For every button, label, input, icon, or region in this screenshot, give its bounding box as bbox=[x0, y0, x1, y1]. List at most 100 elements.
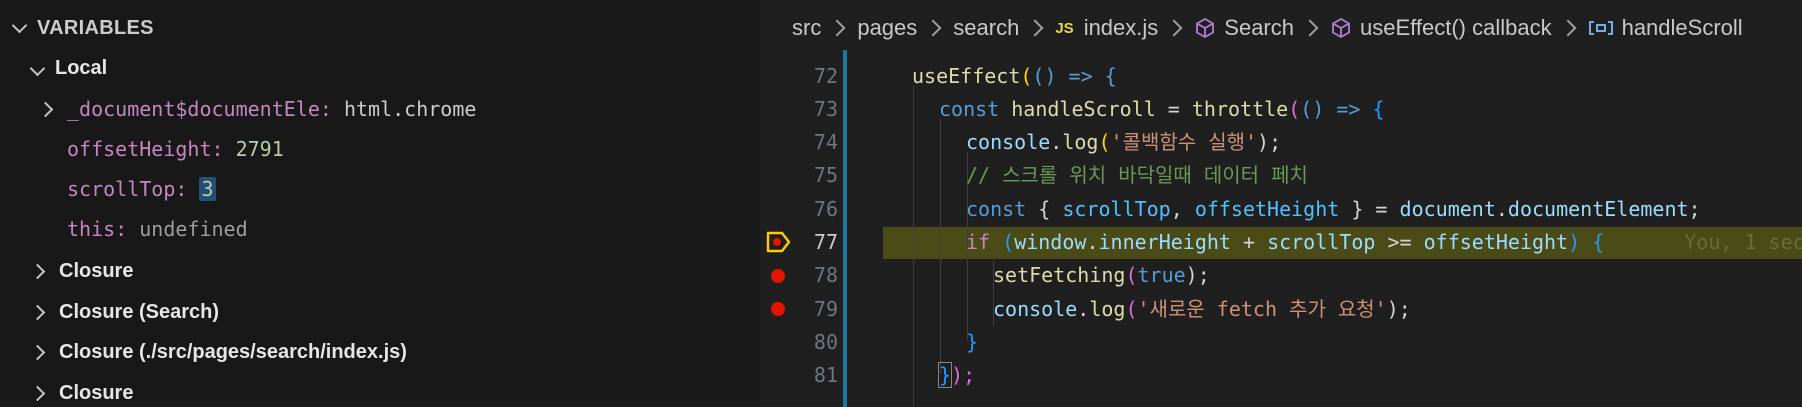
scope-closure-search[interactable]: Closure (Search) bbox=[29, 292, 220, 332]
code-line-73[interactable]: const handleScroll = throttle(() => { bbox=[939, 93, 1385, 126]
variable-value: undefined bbox=[139, 217, 248, 241]
scope-label: Closure bbox=[59, 259, 134, 282]
token: . bbox=[1050, 130, 1063, 154]
breakpoint-icon[interactable] bbox=[771, 302, 785, 316]
breadcrumb-item-src[interactable]: src bbox=[792, 15, 821, 41]
token: useEffect bbox=[912, 64, 1021, 88]
token: { bbox=[1580, 230, 1605, 254]
token: ) bbox=[1568, 230, 1581, 254]
code-line-74[interactable]: console.log('콜백함수 실행'); bbox=[966, 126, 1281, 159]
code-line-75[interactable]: // 스크롤 위치 바닥일때 데이터 페치 bbox=[966, 159, 1308, 192]
token: { bbox=[1092, 64, 1117, 88]
breadcrumb-item-search[interactable]: search bbox=[953, 15, 1019, 41]
code-line-78[interactable]: setFetching(true); bbox=[993, 259, 1210, 292]
js-file-icon: JS bbox=[1055, 19, 1074, 37]
variable-row[interactable]: scrollTop: 3 bbox=[67, 169, 216, 209]
variable-colon: : bbox=[175, 177, 188, 201]
variable-value[interactable]: 3 bbox=[199, 177, 216, 201]
git-blame-annotation: You, 1 second ago bbox=[1684, 230, 1802, 254]
breadcrumb-item-variable[interactable]: handleScroll bbox=[1622, 15, 1743, 41]
token: ( bbox=[1288, 97, 1301, 121]
token: const bbox=[966, 197, 1027, 221]
line-number: 81 bbox=[813, 363, 838, 387]
variable-icon bbox=[1588, 17, 1614, 39]
token: documentElement bbox=[1507, 197, 1689, 221]
scope-local[interactable]: Local bbox=[28, 48, 107, 88]
line-number: 80 bbox=[813, 330, 838, 354]
chevron-right-icon bbox=[828, 19, 846, 37]
variable-value: 2791 bbox=[235, 137, 284, 161]
token: '새로운 fetch 추가 요청' bbox=[1137, 297, 1387, 321]
scope-label: Closure (Search) bbox=[59, 300, 220, 323]
variable-row[interactable]: this: undefined bbox=[67, 209, 248, 249]
indent-guide bbox=[913, 86, 914, 407]
token: ); bbox=[1257, 130, 1282, 154]
token: ( bbox=[1098, 130, 1111, 154]
token: ); bbox=[1386, 297, 1411, 321]
line-number: 73 bbox=[813, 97, 838, 121]
token: console bbox=[993, 297, 1078, 321]
token: . bbox=[1495, 197, 1508, 221]
token: ); bbox=[951, 363, 976, 387]
code-line-72[interactable]: useEffect(() => { bbox=[912, 60, 1117, 93]
line-number: 72 bbox=[813, 64, 838, 88]
scope-closure[interactable]: Closure bbox=[29, 251, 134, 291]
code-line-81[interactable]: }); bbox=[937, 359, 976, 392]
code-line-80[interactable]: } bbox=[966, 326, 978, 359]
token: ( bbox=[1125, 297, 1138, 321]
token: const bbox=[939, 97, 1000, 121]
token: handleScroll bbox=[999, 97, 1156, 121]
token: offsetHeight bbox=[1423, 230, 1569, 254]
variables-panel: VARIABLES Local _document$documentEle: h… bbox=[0, 0, 760, 407]
chevron-down-icon bbox=[11, 17, 28, 33]
token: console bbox=[966, 130, 1051, 154]
chevron-right-icon bbox=[924, 19, 942, 37]
token: log bbox=[1062, 130, 1099, 154]
variable-name: this bbox=[67, 217, 116, 241]
token: } bbox=[966, 330, 979, 354]
token: . bbox=[1077, 297, 1090, 321]
method-icon bbox=[1330, 17, 1352, 39]
chevron-right-icon bbox=[37, 101, 54, 117]
token: } bbox=[937, 362, 953, 388]
variable-row[interactable]: offsetHeight: 2791 bbox=[67, 129, 284, 169]
breadcrumb-item-callback[interactable]: useEffect() callback bbox=[1360, 15, 1552, 41]
comment-token: // 스크롤 위치 바닥일때 데이터 페치 bbox=[966, 163, 1308, 187]
token: = bbox=[1155, 97, 1192, 121]
token: true bbox=[1137, 263, 1186, 287]
breakpoint-icon[interactable] bbox=[771, 269, 785, 283]
token: ; bbox=[1688, 197, 1701, 221]
token: ( bbox=[1020, 64, 1033, 88]
token: ); bbox=[1185, 263, 1210, 287]
breadcrumb-item-pages[interactable]: pages bbox=[857, 15, 917, 41]
chevron-right-icon bbox=[1559, 19, 1577, 37]
chevron-right-icon bbox=[29, 344, 46, 360]
line-number: 76 bbox=[813, 197, 838, 221]
diff-gutter-indicator bbox=[843, 50, 847, 407]
breadcrumb-item-component[interactable]: Search bbox=[1224, 15, 1294, 41]
token: () => bbox=[1032, 64, 1093, 88]
chevron-down-icon bbox=[29, 60, 46, 76]
scope-label-local: Local bbox=[55, 56, 108, 79]
variable-colon: : bbox=[115, 217, 128, 241]
variables-section-header[interactable]: VARIABLES bbox=[11, 12, 154, 44]
chevron-right-icon bbox=[1165, 19, 1183, 37]
variables-title: VARIABLES bbox=[37, 16, 154, 39]
debugger-window: VARIABLES Local _document$documentEle: h… bbox=[0, 0, 1802, 407]
scope-closure-module[interactable]: Closure (./src/pages/search/index.js) bbox=[29, 332, 407, 372]
variable-row[interactable]: _document$documentEle: html.chrome bbox=[37, 89, 476, 129]
code-line-76[interactable]: const { scrollTop, offsetHeight } = docu… bbox=[966, 193, 1701, 226]
breadcrumb-item-file[interactable]: index.js bbox=[1084, 15, 1159, 41]
variable-name: scrollTop bbox=[67, 177, 176, 201]
token: innerHeight bbox=[1098, 230, 1231, 254]
token: offsetHeight bbox=[1194, 197, 1340, 221]
token: document bbox=[1399, 197, 1496, 221]
current-statement-icon[interactable] bbox=[766, 231, 792, 253]
variable-colon: : bbox=[211, 137, 224, 161]
scope-closure-global[interactable]: Closure bbox=[29, 373, 133, 407]
token: () => bbox=[1300, 97, 1361, 121]
token: if bbox=[966, 230, 991, 254]
code-line-77[interactable]: if (window.innerHeight + scrollTop >= of… bbox=[966, 226, 1802, 259]
token: throttle bbox=[1191, 97, 1289, 121]
code-line-79[interactable]: console.log('새로운 fetch 추가 요청'); bbox=[993, 293, 1411, 326]
